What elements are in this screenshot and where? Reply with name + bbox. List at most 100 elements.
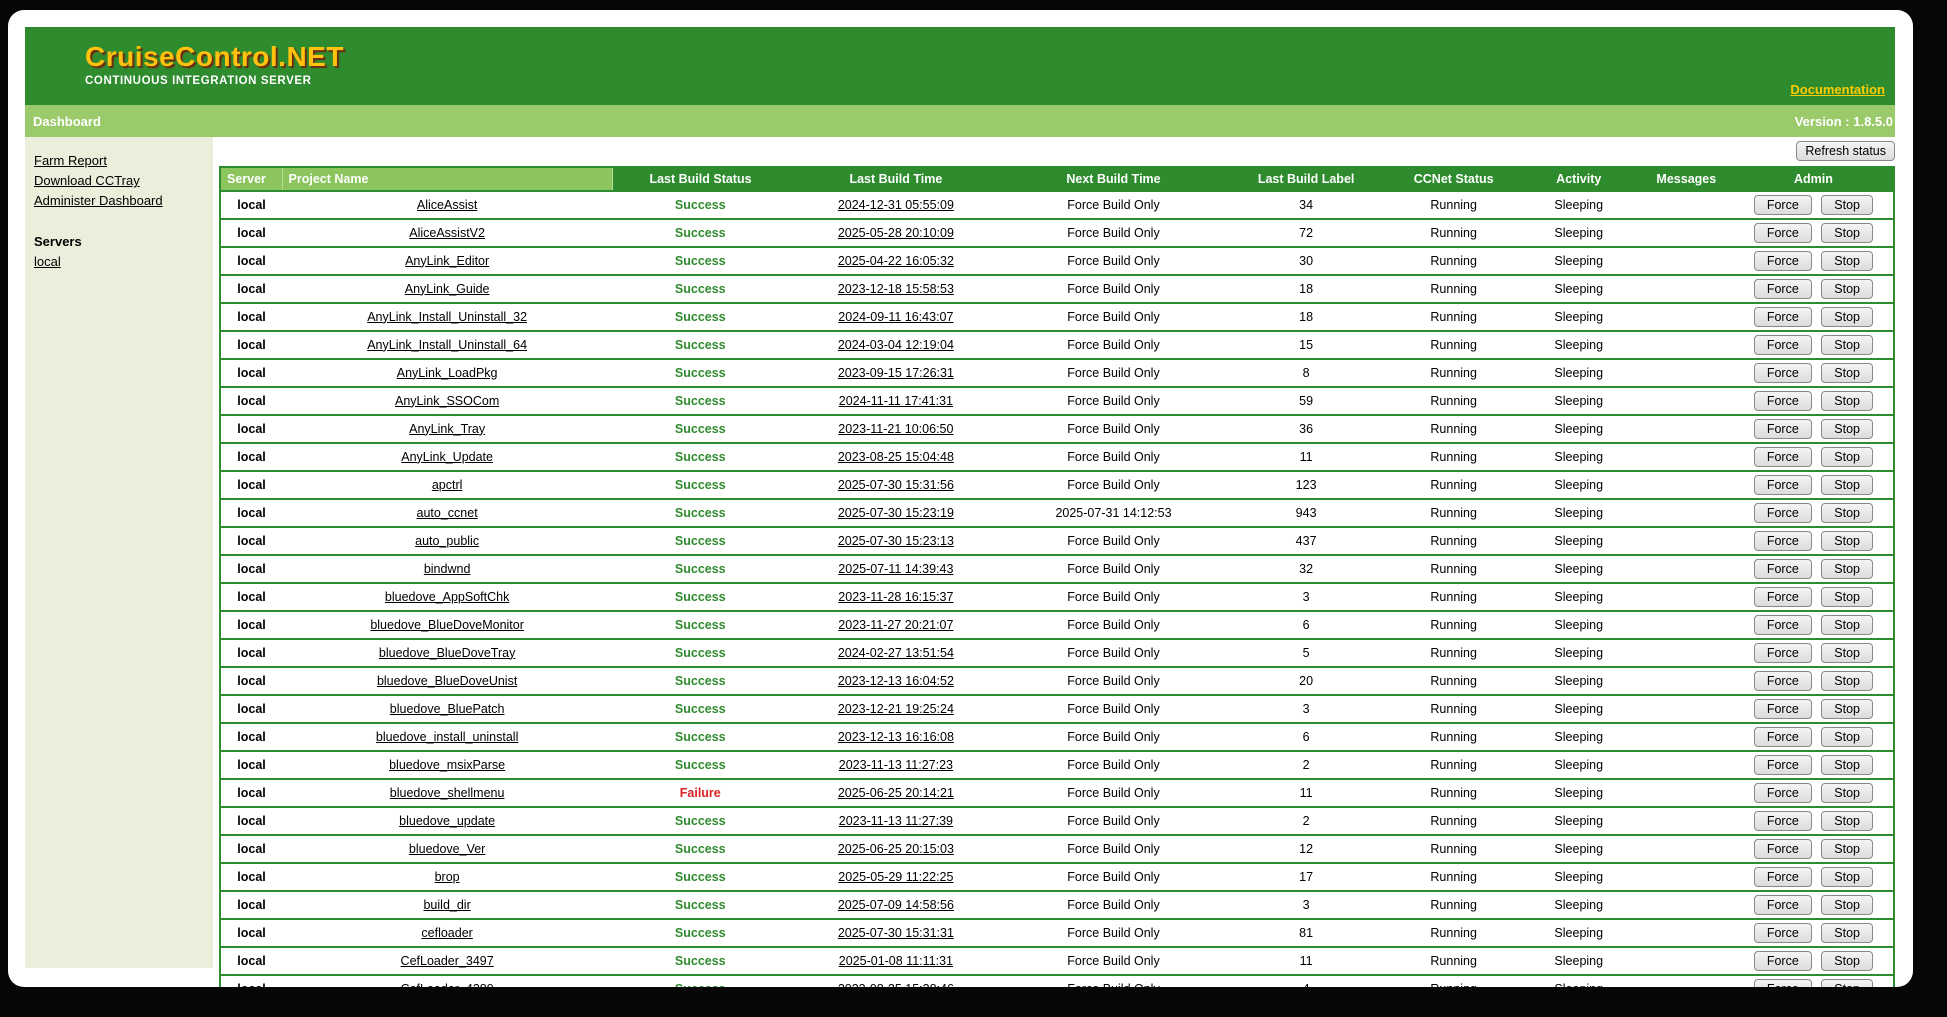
- force-button[interactable]: Force: [1754, 559, 1812, 579]
- last-build-time-link[interactable]: 2025-06-25 20:15:03: [838, 842, 954, 856]
- project-link[interactable]: bluedove_install_uninstall: [376, 730, 518, 744]
- project-link[interactable]: AnyLink_LoadPkg: [397, 366, 498, 380]
- project-link[interactable]: build_dir: [423, 898, 470, 912]
- stop-button[interactable]: Stop: [1821, 195, 1873, 215]
- force-button[interactable]: Force: [1754, 307, 1812, 327]
- force-button[interactable]: Force: [1754, 587, 1812, 607]
- last-build-time-link[interactable]: 2024-11-11 17:41:31: [839, 394, 953, 408]
- project-link[interactable]: AnyLink_Tray: [409, 422, 485, 436]
- last-build-time-link[interactable]: 2023-12-13 16:04:52: [838, 674, 954, 688]
- project-link[interactable]: bluedove_BlueDoveTray: [379, 646, 515, 660]
- project-link[interactable]: AliceAssist: [417, 198, 477, 212]
- project-link[interactable]: auto_public: [415, 534, 479, 548]
- stop-button[interactable]: Stop: [1821, 783, 1873, 803]
- force-button[interactable]: Force: [1754, 699, 1812, 719]
- force-button[interactable]: Force: [1754, 447, 1812, 467]
- stop-button[interactable]: Stop: [1821, 223, 1873, 243]
- force-button[interactable]: Force: [1754, 251, 1812, 271]
- stop-button[interactable]: Stop: [1821, 475, 1873, 495]
- stop-button[interactable]: Stop: [1821, 811, 1873, 831]
- column-header-project-name[interactable]: Project Name: [282, 167, 612, 191]
- last-build-time-link[interactable]: 2025-07-30 15:31:56: [838, 478, 954, 492]
- last-build-time-link[interactable]: 2025-04-22 16:05:32: [838, 254, 954, 268]
- project-link[interactable]: AnyLink_Install_Uninstall_64: [367, 338, 527, 352]
- last-build-time-link[interactable]: 2025-01-08 11:11:31: [839, 954, 953, 968]
- project-link[interactable]: bluedove_AppSoftChk: [385, 590, 509, 604]
- force-button[interactable]: Force: [1754, 839, 1812, 859]
- last-build-time-link[interactable]: 2025-07-30 15:23:19: [838, 506, 954, 520]
- stop-button[interactable]: Stop: [1821, 503, 1873, 523]
- stop-button[interactable]: Stop: [1821, 391, 1873, 411]
- project-link[interactable]: AnyLink_SSOCom: [395, 394, 499, 408]
- force-button[interactable]: Force: [1754, 531, 1812, 551]
- last-build-time-link[interactable]: 2023-12-13 16:16:08: [838, 730, 954, 744]
- force-button[interactable]: Force: [1754, 503, 1812, 523]
- project-link[interactable]: CefLoader_3497: [401, 954, 494, 968]
- force-button[interactable]: Force: [1754, 279, 1812, 299]
- project-link[interactable]: AnyLink_Editor: [405, 254, 489, 268]
- force-button[interactable]: Force: [1754, 951, 1812, 971]
- last-build-time-link[interactable]: 2024-12-31 05:55:09: [838, 198, 954, 212]
- stop-button[interactable]: Stop: [1821, 923, 1873, 943]
- force-button[interactable]: Force: [1754, 923, 1812, 943]
- last-build-time-link[interactable]: 2025-05-29 11:22:25: [838, 870, 953, 884]
- last-build-time-link[interactable]: 2025-06-25 20:14:21: [838, 786, 954, 800]
- force-button[interactable]: Force: [1754, 979, 1812, 987]
- last-build-time-link[interactable]: 2024-09-11 16:43:07: [838, 310, 953, 324]
- documentation-link[interactable]: Documentation: [1790, 82, 1885, 97]
- stop-button[interactable]: Stop: [1821, 727, 1873, 747]
- project-link[interactable]: bluedove_BlueDoveUnist: [377, 674, 517, 688]
- column-header-server[interactable]: Server: [220, 167, 282, 191]
- project-link[interactable]: CefLoader_4389: [401, 982, 494, 988]
- force-button[interactable]: Force: [1754, 727, 1812, 747]
- last-build-time-link[interactable]: 2025-07-30 15:23:13: [838, 534, 954, 548]
- stop-button[interactable]: Stop: [1821, 559, 1873, 579]
- stop-button[interactable]: Stop: [1821, 279, 1873, 299]
- stop-button[interactable]: Stop: [1821, 671, 1873, 691]
- stop-button[interactable]: Stop: [1821, 699, 1873, 719]
- project-link[interactable]: apctrl: [432, 478, 463, 492]
- last-build-time-link[interactable]: 2023-11-21 10:06:50: [838, 422, 953, 436]
- stop-button[interactable]: Stop: [1821, 307, 1873, 327]
- last-build-time-link[interactable]: 2025-07-09 14:58:56: [838, 898, 954, 912]
- project-link[interactable]: AnyLink_Guide: [405, 282, 490, 296]
- sidebar-link-server-local[interactable]: local: [34, 252, 205, 272]
- last-build-time-link[interactable]: 2023-11-28 16:15:37: [838, 590, 953, 604]
- stop-button[interactable]: Stop: [1821, 447, 1873, 467]
- project-link[interactable]: bluedove_BlueDoveMonitor: [370, 618, 524, 632]
- stop-button[interactable]: Stop: [1821, 587, 1873, 607]
- stop-button[interactable]: Stop: [1821, 615, 1873, 635]
- project-link[interactable]: cefloader: [421, 926, 472, 940]
- force-button[interactable]: Force: [1754, 363, 1812, 383]
- project-link[interactable]: bluedove_Ver: [409, 842, 485, 856]
- force-button[interactable]: Force: [1754, 335, 1812, 355]
- project-link[interactable]: bluedove_update: [399, 814, 495, 828]
- last-build-time-link[interactable]: 2023-11-13 11:27:39: [839, 814, 953, 828]
- stop-button[interactable]: Stop: [1821, 363, 1873, 383]
- project-link[interactable]: AnyLink_Install_Uninstall_32: [367, 310, 527, 324]
- stop-button[interactable]: Stop: [1821, 531, 1873, 551]
- force-button[interactable]: Force: [1754, 755, 1812, 775]
- force-button[interactable]: Force: [1754, 195, 1812, 215]
- force-button[interactable]: Force: [1754, 475, 1812, 495]
- project-link[interactable]: AnyLink_Update: [401, 450, 493, 464]
- last-build-time-link[interactable]: 2023-08-25 15:38:46: [838, 982, 954, 988]
- sidebar-link-download-cctray[interactable]: Download CCTray: [34, 171, 205, 191]
- force-button[interactable]: Force: [1754, 615, 1812, 635]
- stop-button[interactable]: Stop: [1821, 251, 1873, 271]
- force-button[interactable]: Force: [1754, 867, 1812, 887]
- last-build-time-link[interactable]: 2023-11-13 11:27:23: [839, 758, 953, 772]
- stop-button[interactable]: Stop: [1821, 755, 1873, 775]
- sidebar-link-farm-report[interactable]: Farm Report: [34, 151, 205, 171]
- stop-button[interactable]: Stop: [1821, 335, 1873, 355]
- stop-button[interactable]: Stop: [1821, 839, 1873, 859]
- last-build-time-link[interactable]: 2024-03-04 12:19:04: [838, 338, 954, 352]
- stop-button[interactable]: Stop: [1821, 979, 1873, 987]
- stop-button[interactable]: Stop: [1821, 419, 1873, 439]
- project-link[interactable]: AliceAssistV2: [409, 226, 485, 240]
- force-button[interactable]: Force: [1754, 895, 1812, 915]
- force-button[interactable]: Force: [1754, 223, 1812, 243]
- last-build-time-link[interactable]: 2025-07-30 15:31:31: [838, 926, 954, 940]
- last-build-time-link[interactable]: 2024-02-27 13:51:54: [838, 646, 954, 660]
- last-build-time-link[interactable]: 2023-12-21 19:25:24: [838, 702, 954, 716]
